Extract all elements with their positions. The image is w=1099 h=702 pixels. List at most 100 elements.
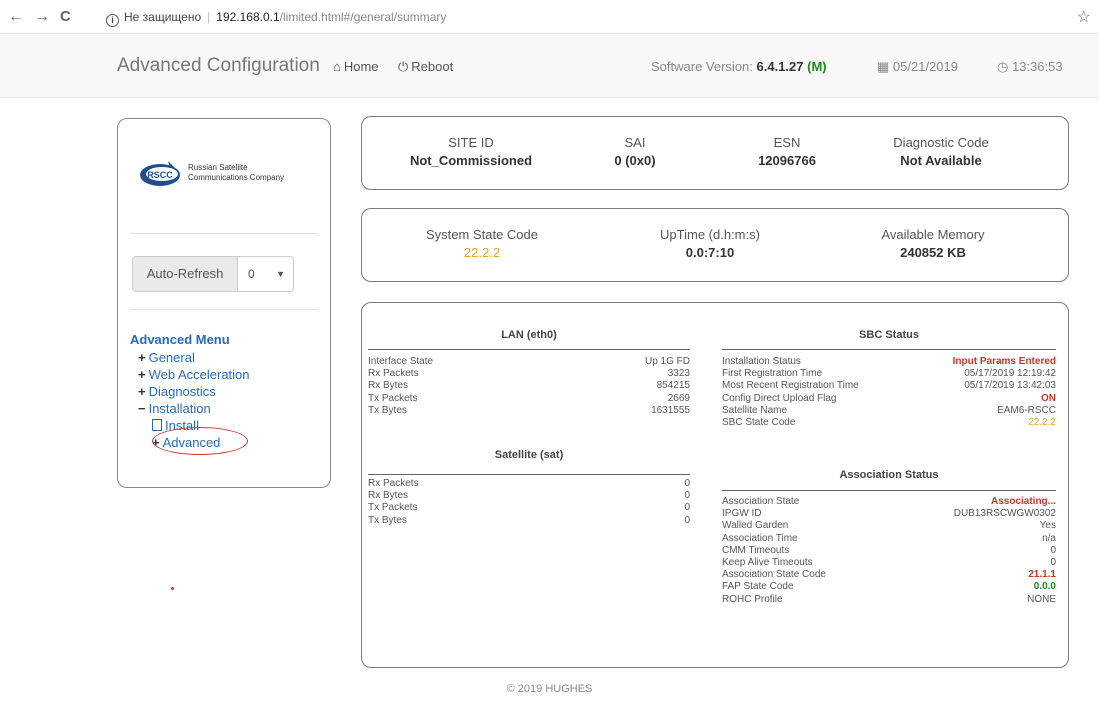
row-value: 0 [1050, 557, 1056, 569]
forward-button[interactable]: → [34, 8, 50, 26]
bookmark-star-icon[interactable]: ☆ [1077, 7, 1091, 27]
uptime-label: UpTime (d.h:m:s) [660, 227, 760, 242]
lan-title: LAN (eth0) [501, 329, 557, 341]
table-row: Tx Packets 2669 [368, 393, 690, 405]
row-label: Rx Packets [368, 368, 419, 380]
available-memory-value: 240852 KB [900, 245, 966, 260]
row-label: IPGW ID [722, 508, 762, 520]
row-value: n/a [1042, 532, 1056, 544]
address-host: 192.168.0.1 [216, 10, 280, 24]
brand-title[interactable]: Advanced Configuration [117, 55, 320, 77]
sai-label: SAI [624, 135, 646, 150]
table-row: Rx Bytes 854215 [368, 380, 690, 392]
row-label: Keep Alive Timeouts [722, 557, 813, 569]
row-label: Association State Code [722, 569, 826, 581]
diagnostic-code-value: Not Available [900, 153, 982, 168]
browser-toolbar: ← → C i Не защищено | 192.168.0.1/limited.h… [0, 0, 1099, 34]
table-row: Satellite Name EAM6-RSCC [722, 405, 1056, 417]
top-navbar: Advanced Configuration ⌂ Home ⏻ Reboot Sof… [0, 35, 1099, 98]
reboot-label: Reboot [411, 59, 454, 74]
uptime-stat: UpTime (d.h:m:s) 0.0:7:10 [640, 227, 780, 260]
software-version: Software Version: 6.4.1.27 (M) [651, 59, 827, 74]
company-logo: RSCC Russian Satellite Communications Co… [138, 157, 318, 191]
sai-stat: SAI 0 (0x0) [590, 135, 680, 168]
address-bar[interactable]: i Не защищено | 192.168.0.1/limited.html#/g… [106, 6, 536, 28]
table-row: CMM Timeouts 0 [722, 545, 1056, 557]
page-icon [152, 419, 162, 431]
time-display: ◷ 13:36:53 [997, 59, 1063, 75]
advanced-menu-title: Advanced Menu [130, 332, 230, 347]
row-value: 0 [684, 478, 690, 489]
table-row: IPGW ID DUB13RSCWGW0302 [722, 508, 1056, 520]
clock-icon: ◷ [997, 59, 1009, 74]
back-button[interactable]: ← [8, 8, 24, 26]
row-value: 1631555 [651, 404, 690, 416]
info-icon[interactable]: i [106, 14, 119, 27]
system-state-stat: System State Code 22.2.2 [412, 227, 552, 260]
satellite-table: Rx Packets 0 Rx Bytes 0 Tx Packets 0 Tx Bytes 0 [368, 478, 690, 527]
reload-button[interactable]: C [60, 8, 71, 25]
table-row: Tx Bytes 1631555 [368, 405, 690, 417]
row-value: 0 [684, 490, 690, 502]
table-row: Keep Alive Timeouts 0 [722, 557, 1056, 569]
row-label: Tx Bytes [368, 404, 407, 416]
sbc-table: Installation Status Input Params Entered F… [722, 356, 1056, 429]
sai-value: 0 (0x0) [614, 153, 656, 168]
table-row: Rx Bytes 0 [368, 490, 690, 502]
row-label: Most Recent Registration Time [722, 380, 859, 392]
available-memory-label: Available Memory [881, 227, 985, 242]
footer-copyright: © 2019 HUGHES [506, 683, 593, 695]
logo-line2: Communications Company [188, 173, 285, 182]
row-value: 3323 [667, 368, 690, 380]
home-link[interactable]: ⌂ Home [333, 59, 379, 74]
logo-line1: Russian Satellite [188, 163, 248, 172]
logo-mark-text: RSCC [147, 170, 173, 180]
row-label: Tx Bytes [368, 514, 407, 526]
table-row: Installation Status Input Params Entered [722, 356, 1056, 368]
calendar-icon: ▦ [877, 59, 890, 74]
menu-item-web-acceleration[interactable]: + Web Acceleration [138, 366, 250, 383]
system-state-label: System State Code [426, 227, 538, 242]
row-label: Rx Bytes [368, 490, 409, 502]
row-label: CMM Timeouts [722, 544, 790, 556]
menu-item-diagnostics[interactable]: + Diagnostics [138, 383, 250, 400]
row-value: Up 1G FD [644, 356, 690, 367]
refresh-interval-select[interactable]: 0 ▼ [238, 256, 294, 292]
auto-refresh-button[interactable]: Auto-Refresh [132, 256, 238, 292]
time-value: 13:36:53 [1011, 59, 1063, 74]
table-row: Rx Packets 0 [368, 478, 690, 490]
install-highlight-circle [152, 427, 248, 455]
date-value: 05/21/2019 [892, 59, 958, 74]
site-id-stat: SITE ID Not_Commissioned [396, 135, 546, 168]
row-value: 21.1.1 [1028, 569, 1056, 581]
row-label: Tx Packets [368, 392, 418, 404]
address-path: /limited.html#/general/summary [279, 10, 447, 24]
row-value: 0 [1050, 544, 1056, 556]
esn-stat: ESN 12096766 [742, 135, 832, 168]
row-value: 0 [684, 514, 690, 526]
table-rule [368, 474, 690, 475]
table-rule [368, 349, 690, 350]
refresh-interval-value: 0 [248, 267, 255, 281]
power-icon: ⏻ [398, 59, 409, 74]
reboot-link[interactable]: ⏻ Reboot [398, 59, 453, 75]
row-label: Rx Packets [368, 478, 419, 489]
version-label: Software Version: [651, 59, 753, 74]
table-row: ROHC Profile NONE [722, 594, 1056, 606]
satellite-title: Satellite (sat) [494, 449, 564, 461]
rscc-logo-icon: RSCC [140, 161, 180, 186]
left-panel: RSCC Russian Satellite Communications Co… [117, 118, 331, 488]
diagnostic-code-stat: Diagnostic Code Not Available [876, 135, 1006, 168]
table-rule [722, 349, 1056, 350]
association-table: Association State Associating... IPGW ID DU… [722, 496, 1056, 606]
site-id-value: Not_Commissioned [409, 153, 533, 168]
table-row: Most Recent Registration Time 05/17/2019 … [722, 380, 1056, 392]
table-row: SBC State Code 22.2.2 [722, 417, 1056, 429]
menu-item-installation[interactable]: − Installation [138, 400, 250, 417]
home-label: Home [343, 59, 379, 74]
row-value: Associating... [990, 496, 1056, 507]
menu-item-general[interactable]: + General [138, 349, 250, 366]
table-row: FAP State Code 0.0.0 [722, 581, 1056, 593]
row-label: Walled Garden [722, 520, 789, 532]
sbc-title: SBC Status [859, 329, 919, 341]
